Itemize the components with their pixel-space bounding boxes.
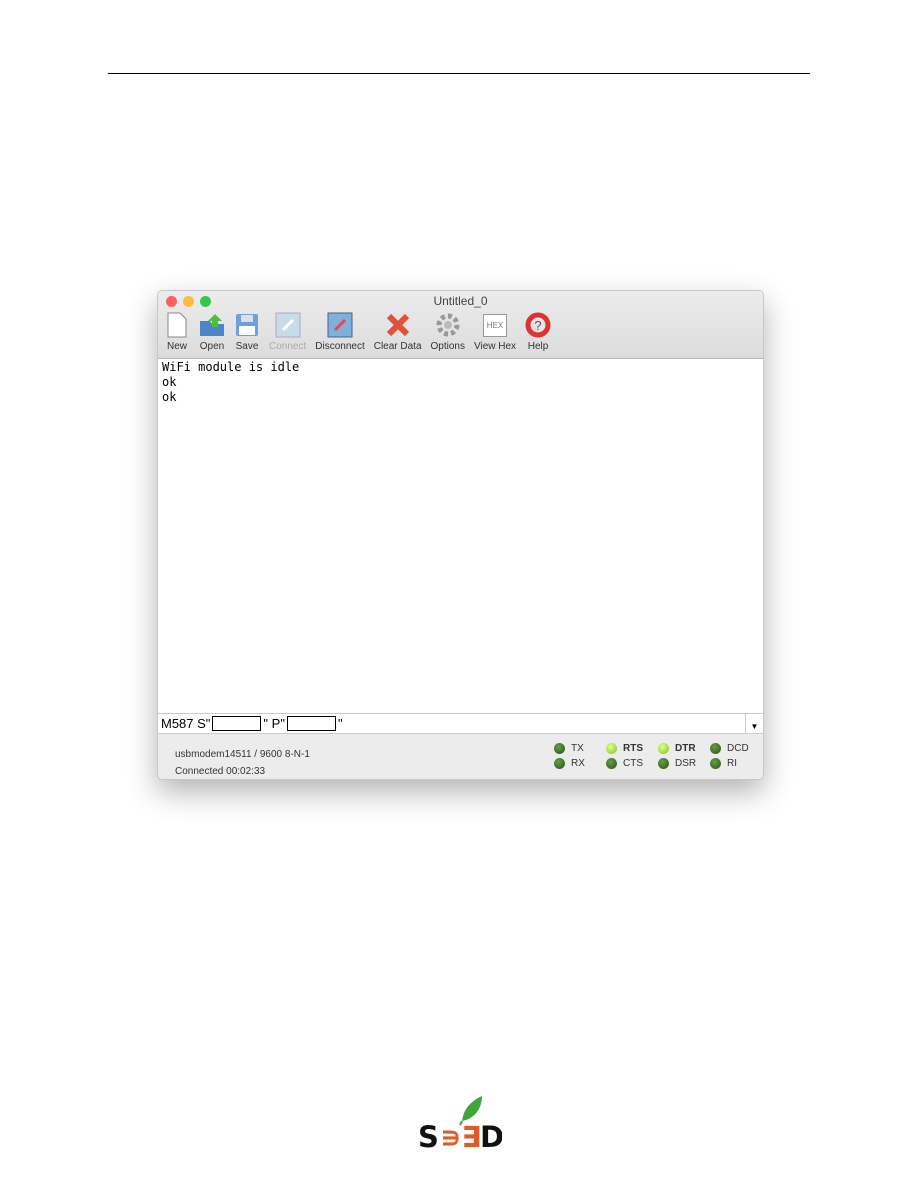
- password-blank: [286, 716, 336, 731]
- title-bar: Untitled_0 New Open Save Connect Disconn…: [158, 291, 763, 359]
- terminal-line: WiFi module is idle: [162, 360, 300, 374]
- options-label: Options: [430, 341, 465, 352]
- hex-icon-text: HEX: [482, 313, 508, 337]
- command-prefix: M587 S": [161, 716, 211, 731]
- terminal-output[interactable]: WiFi module is idle ok ok: [158, 359, 763, 713]
- status-bar: usbmodem14511 / 9600 8-N-1 Connected 00:…: [158, 733, 763, 779]
- tx-led-icon: [554, 743, 565, 754]
- help-label: Help: [527, 341, 549, 352]
- terminal-line: ok: [162, 390, 177, 404]
- dcd-led-icon: [710, 743, 721, 754]
- new-label: New: [166, 341, 187, 352]
- chevron-down-icon: ▼: [750, 722, 759, 731]
- rts-led-icon[interactable]: [606, 743, 617, 754]
- txrx-leds: TX RX: [554, 743, 594, 769]
- open-folder-icon: [199, 312, 225, 338]
- view-hex-label: View Hex: [474, 341, 517, 352]
- unplug-icon: [327, 312, 353, 338]
- connect-label: Connect: [269, 341, 307, 352]
- save-button[interactable]: Save: [234, 312, 260, 352]
- command-input[interactable]: M587 S" " P" " ▼: [158, 713, 763, 734]
- page: Untitled_0 New Open Save Connect Disconn…: [0, 0, 918, 1188]
- rts-label: RTS: [623, 743, 643, 754]
- view-hex-button[interactable]: HEX View Hex: [474, 312, 516, 352]
- new-document-icon: [164, 312, 190, 338]
- connect-button[interactable]: Connect: [269, 312, 306, 352]
- dtr-label: DTR: [675, 743, 696, 754]
- rx-label: RX: [571, 758, 585, 769]
- open-button[interactable]: Open: [199, 312, 225, 352]
- svg-text:∍∃: ∍∃: [440, 1120, 482, 1150]
- clear-data-button[interactable]: Clear Data: [374, 312, 422, 352]
- help-button[interactable]: ? Help: [525, 312, 551, 352]
- save-label: Save: [235, 341, 259, 352]
- rx-led-icon: [554, 758, 565, 769]
- ri-label: RI: [727, 758, 737, 769]
- ssid-blank: [212, 716, 262, 731]
- toolbar: New Open Save Connect Disconnect Clear D…: [164, 312, 560, 352]
- dsr-label: DSR: [675, 758, 697, 769]
- header-rule: [108, 73, 810, 74]
- svg-text:S: S: [418, 1120, 439, 1150]
- clear-data-label: Clear Data: [373, 341, 422, 352]
- dcd-label: DCD: [727, 743, 749, 754]
- dtr-led-icon[interactable]: [658, 743, 669, 754]
- ri-led-icon: [710, 758, 721, 769]
- command-suffix: ": [337, 716, 343, 731]
- lifebuoy-icon: ?: [525, 312, 551, 338]
- options-button[interactable]: Options: [431, 312, 465, 352]
- disconnect-label: Disconnect: [315, 341, 365, 352]
- svg-text:D: D: [480, 1120, 502, 1150]
- new-button[interactable]: New: [164, 312, 190, 352]
- window-title: Untitled_0: [433, 294, 488, 308]
- red-x-icon: [385, 312, 411, 338]
- cts-led-icon: [606, 758, 617, 769]
- port-settings: usbmodem14511 / 9600 8-N-1: [175, 749, 310, 760]
- plug-icon: [275, 312, 301, 338]
- hex-icon: HEX: [482, 312, 508, 338]
- disconnect-button[interactable]: Disconnect: [315, 312, 365, 352]
- history-dropdown[interactable]: ▼: [745, 714, 763, 733]
- open-label: Open: [199, 341, 225, 352]
- seed-logo: S ∍∃ D: [418, 1096, 502, 1150]
- floppy-disk-icon: [234, 312, 260, 338]
- terminal-line: ok: [162, 375, 177, 389]
- line-leds: RTS DTR DCD CTS DSR RI: [606, 743, 750, 769]
- cts-label: CTS: [623, 758, 643, 769]
- connection-status: Connected 00:02:33: [175, 766, 266, 777]
- tx-label: TX: [571, 743, 584, 754]
- dsr-led-icon: [658, 758, 669, 769]
- svg-text:?: ?: [534, 318, 541, 333]
- serial-terminal-window: Untitled_0 New Open Save Connect Disconn…: [157, 290, 764, 780]
- command-middle: " P": [263, 716, 285, 731]
- gears-icon: [435, 312, 461, 338]
